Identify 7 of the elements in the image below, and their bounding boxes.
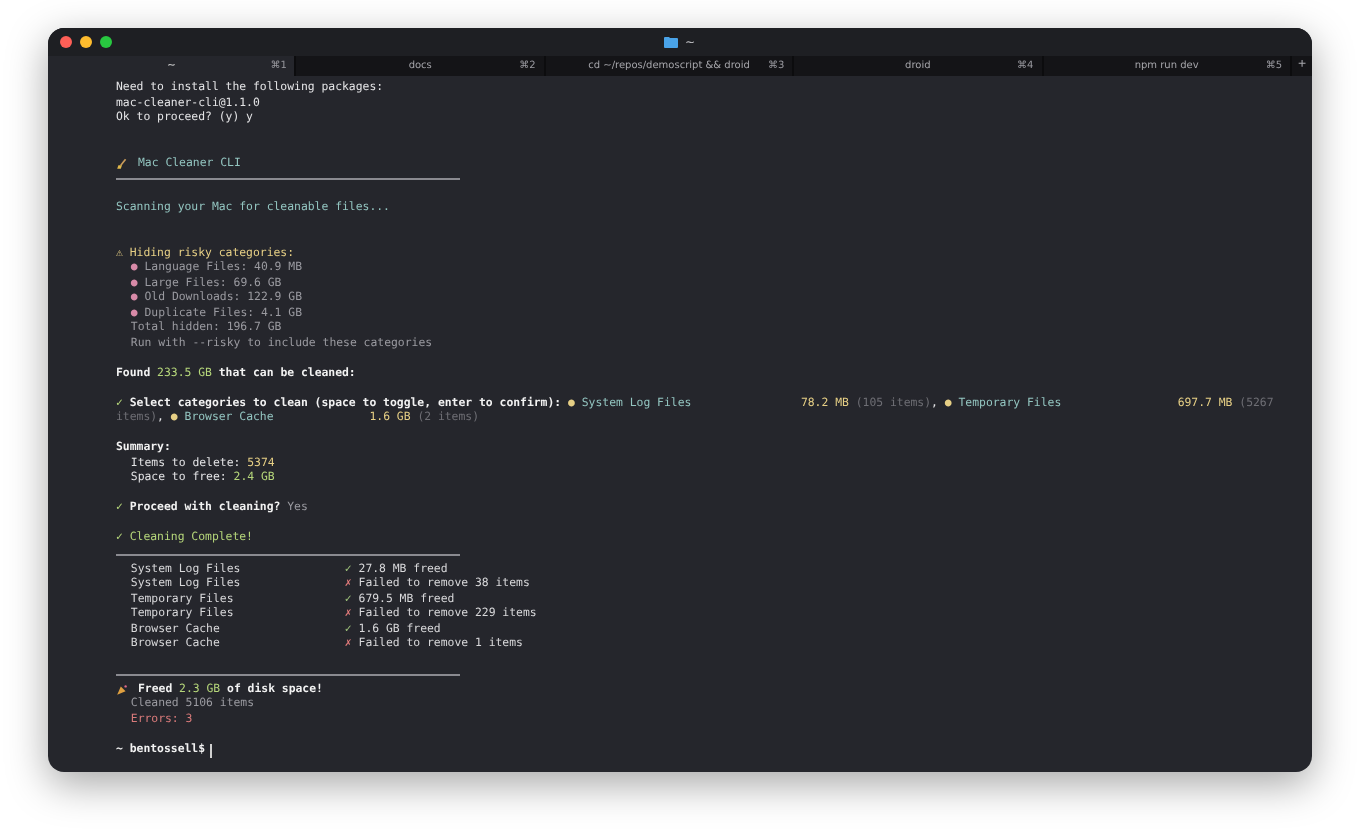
zoom-button[interactable]: [100, 36, 112, 48]
text-cursor: [209, 743, 212, 758]
close-button[interactable]: [60, 36, 72, 48]
party-popper-icon: [116, 684, 128, 697]
minimize-button[interactable]: [80, 36, 92, 48]
broom-icon: [116, 158, 128, 171]
folder-icon: [664, 36, 679, 48]
